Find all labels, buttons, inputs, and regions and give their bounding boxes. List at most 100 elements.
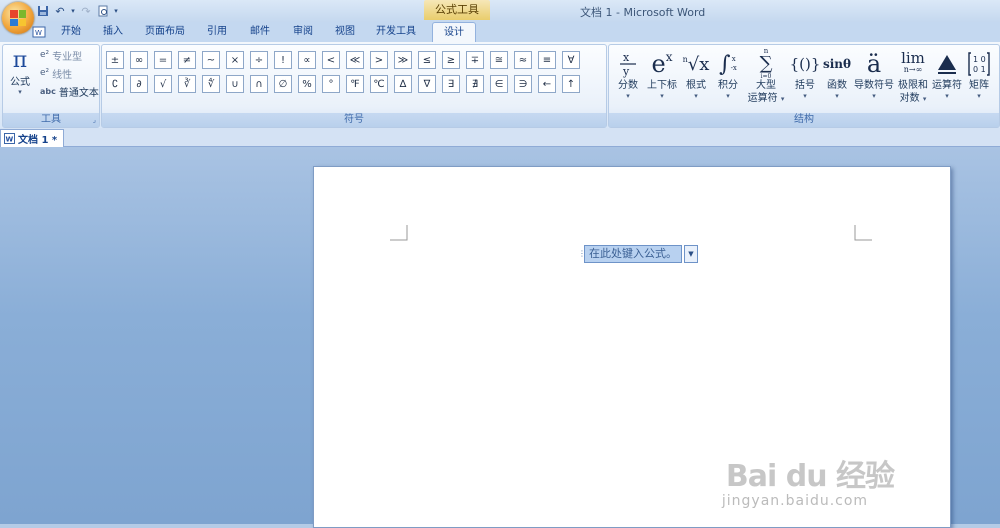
fraction-button[interactable]: xy 分数 ▾ xyxy=(613,49,643,111)
document-tab[interactable]: W 文档 1 * xyxy=(0,129,65,147)
symbol-button[interactable]: ∅ xyxy=(274,75,292,93)
tab-developer[interactable]: 开发工具 xyxy=(370,22,422,42)
professional-label: 专业型 xyxy=(52,51,83,63)
chevron-down-icon: ▾ xyxy=(660,92,664,100)
symbol-button[interactable]: ↑ xyxy=(562,75,580,93)
symbol-button[interactable]: % xyxy=(298,75,316,93)
symbol-button[interactable]: ∂ xyxy=(130,75,148,93)
integral-button[interactable]: ∫ x -x 积分 ▾ xyxy=(713,49,743,111)
matrix-button[interactable]: 1 00 1 矩阵 ▾ xyxy=(964,49,994,111)
symbol-button[interactable]: ← xyxy=(538,75,556,93)
symbol-button[interactable]: > xyxy=(370,51,388,69)
symbol-button[interactable]: √ xyxy=(154,75,172,93)
document-workspace: ⋮ 在此处键入公式。 ▼ Bai du 经验 jingyan.baidu.com xyxy=(0,147,1000,528)
symbol-button[interactable]: ∜ xyxy=(202,75,220,93)
document-page[interactable]: ⋮ 在此处键入公式。 ▼ Bai du 经验 jingyan.baidu.com xyxy=(313,166,951,528)
symbol-button[interactable]: ± xyxy=(106,51,124,69)
symbol-button[interactable]: ≅ xyxy=(490,51,508,69)
redo-icon[interactable]: ↷ xyxy=(79,4,93,18)
office-button[interactable] xyxy=(2,2,34,34)
summation-icon: n ∑ i=0 xyxy=(759,47,773,80)
tab-home[interactable]: 开始 xyxy=(54,22,88,42)
tab-review[interactable]: 审阅 xyxy=(286,22,320,42)
symbol-button[interactable]: ~ xyxy=(202,51,220,69)
mini-icon[interactable]: W xyxy=(30,22,48,42)
tools-group: π 公式 ▾ e² 专业型 e² 线性 abc 普通文本 工具 ⌟ xyxy=(2,44,100,128)
symbol-button[interactable]: ! xyxy=(274,51,292,69)
tab-references[interactable]: 引用 xyxy=(200,22,234,42)
limit-log-button[interactable]: lim n→∞ 极限和 对数 ▾ xyxy=(896,49,930,111)
svg-text:0 1: 0 1 xyxy=(973,65,986,74)
symbol-button[interactable]: ∛ xyxy=(178,75,196,93)
symbol-button[interactable]: ∋ xyxy=(514,75,532,93)
abc-icon: abc xyxy=(40,86,56,96)
equation-options-dropdown-icon[interactable]: ▼ xyxy=(684,245,698,263)
bracket-icon: {()} xyxy=(789,55,821,73)
print-preview-icon[interactable] xyxy=(96,4,110,18)
symbol-button[interactable]: ∓ xyxy=(466,51,484,69)
symbol-button[interactable]: ∀ xyxy=(562,51,580,69)
accent-button[interactable]: ä 导数符号 ▾ xyxy=(853,49,895,111)
chevron-down-icon: ▾ xyxy=(803,92,807,100)
linear-button[interactable]: e² 线性 xyxy=(40,65,72,81)
word-document-icon: W xyxy=(4,133,15,144)
accent-label: 导数符号 xyxy=(854,80,894,91)
symbol-button[interactable]: = xyxy=(154,51,172,69)
tab-page-layout[interactable]: 页面布局 xyxy=(140,22,190,42)
symbol-button[interactable]: ∇ xyxy=(418,75,436,93)
symbol-button[interactable]: ℉ xyxy=(346,75,364,93)
script-button[interactable]: ex 上下标 ▾ xyxy=(645,49,679,111)
large-operator-label: 大型 xyxy=(756,80,776,91)
symbol-button[interactable]: ≤ xyxy=(418,51,436,69)
chevron-down-icon: ▾ xyxy=(18,88,22,96)
symbol-button[interactable]: ∁ xyxy=(106,75,124,93)
operator-button[interactable]: 运算符 ▾ xyxy=(931,49,963,111)
symbol-button[interactable]: ∞ xyxy=(130,51,148,69)
chevron-down-icon: ▾ xyxy=(694,92,698,100)
professional-button[interactable]: e² 专业型 xyxy=(40,47,82,63)
radical-button[interactable]: n √x 根式 ▾ xyxy=(681,49,711,111)
normal-text-button[interactable]: abc 普通文本 xyxy=(40,83,99,99)
tab-insert[interactable]: 插入 xyxy=(96,22,130,42)
context-tab-title: 公式工具 xyxy=(424,0,490,20)
symbol-button[interactable]: ≫ xyxy=(394,51,412,69)
equation-placeholder[interactable]: 在此处键入公式。 xyxy=(584,245,682,263)
equation-container[interactable]: ⋮ 在此处键入公式。 ▼ xyxy=(578,245,698,263)
chevron-down-icon: ▾ xyxy=(872,92,876,100)
symbol-button[interactable]: < xyxy=(322,51,340,69)
undo-dropdown-icon[interactable]: ▾ xyxy=(70,4,76,18)
script-label: 上下标 xyxy=(647,80,677,91)
tab-design[interactable]: 设计 xyxy=(432,22,476,43)
symbol-button[interactable]: ∈ xyxy=(490,75,508,93)
symbol-button[interactable]: ≡ xyxy=(538,51,556,69)
symbol-button[interactable]: ∃ xyxy=(442,75,460,93)
chevron-down-icon: ▾ xyxy=(922,95,927,103)
symbol-button[interactable]: ≥ xyxy=(442,51,460,69)
symbol-button[interactable]: ≠ xyxy=(178,51,196,69)
fraction-label: 分数 xyxy=(618,80,638,91)
function-button[interactable]: sinθ 函数 ▾ xyxy=(822,49,852,111)
bracket-button[interactable]: {()} 括号 ▾ xyxy=(789,49,821,111)
tab-mailings[interactable]: 邮件 xyxy=(243,22,277,42)
undo-icon[interactable]: ↶ xyxy=(53,4,67,18)
customize-qat-icon[interactable]: ▾ xyxy=(113,4,119,18)
symbol-button[interactable]: ∆ xyxy=(394,75,412,93)
symbol-button[interactable]: ℃ xyxy=(370,75,388,93)
bracket-label: 括号 xyxy=(795,80,815,91)
symbol-button[interactable]: ∩ xyxy=(250,75,268,93)
save-icon[interactable] xyxy=(36,4,50,18)
symbol-button[interactable]: ∪ xyxy=(226,75,244,93)
tab-view[interactable]: 视图 xyxy=(328,22,362,42)
symbol-button[interactable]: ≪ xyxy=(346,51,364,69)
symbol-button[interactable]: ≈ xyxy=(514,51,532,69)
formula-button[interactable]: π 公式 ▾ xyxy=(7,49,33,97)
quick-access-toolbar: ↶ ▾ ↷ ▾ xyxy=(36,3,119,19)
dialog-launcher-icon[interactable]: ⌟ xyxy=(93,113,96,127)
symbol-button[interactable]: ÷ xyxy=(250,51,268,69)
symbol-button[interactable]: ° xyxy=(322,75,340,93)
large-operator-button[interactable]: n ∑ i=0 大型 运算符 ▾ xyxy=(745,47,787,111)
symbol-button[interactable]: ∄ xyxy=(466,75,484,93)
symbol-button[interactable]: × xyxy=(226,51,244,69)
symbol-button[interactable]: ∝ xyxy=(298,51,316,69)
matrix-label: 矩阵 xyxy=(969,80,989,91)
